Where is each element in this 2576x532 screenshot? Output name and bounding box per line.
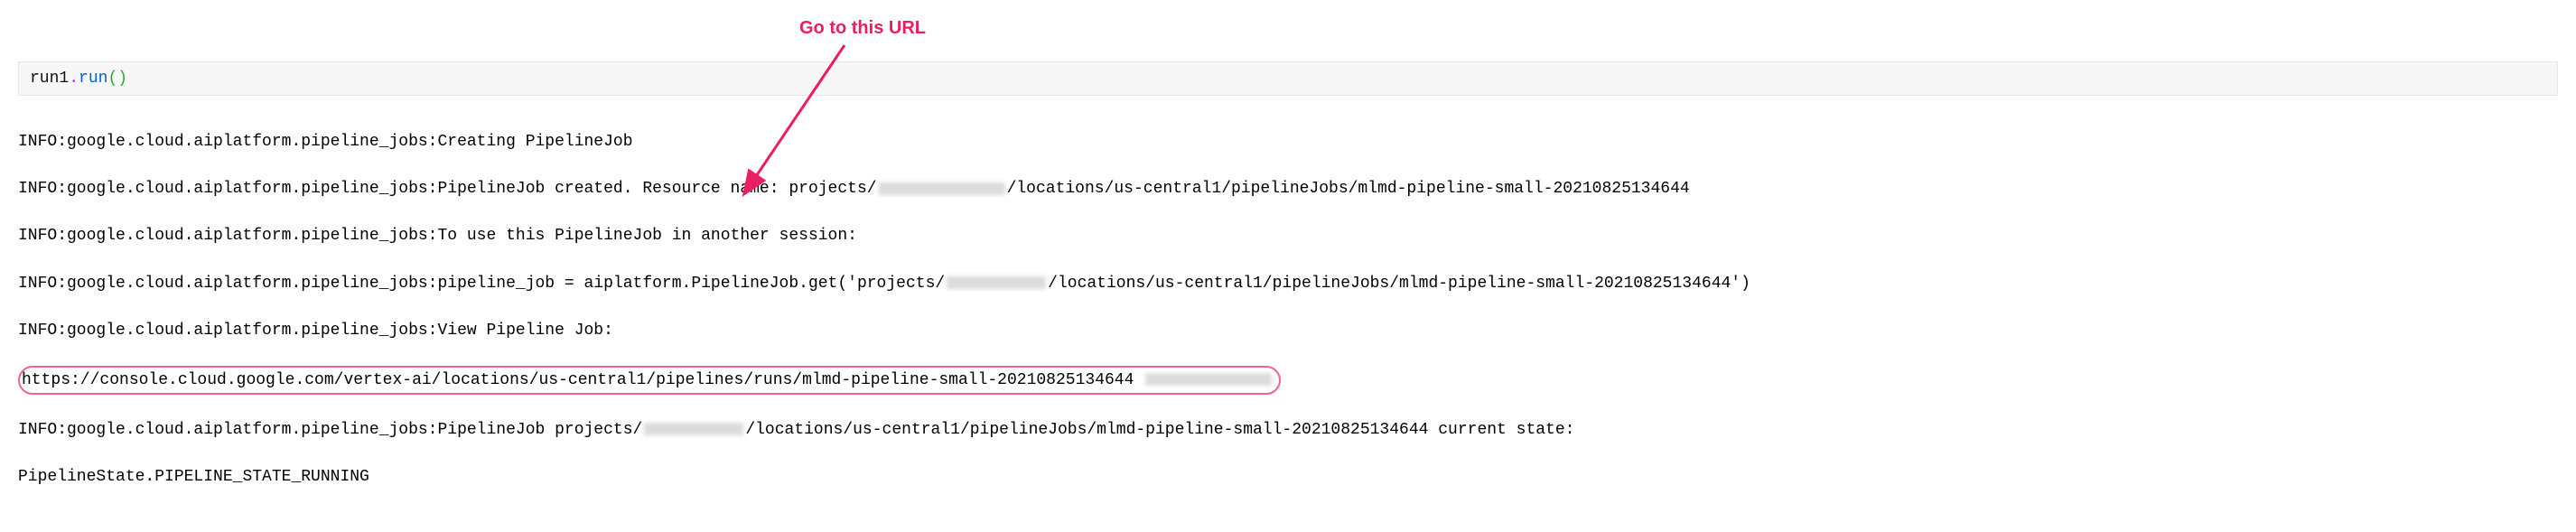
highlighted-url[interactable]: https://console.cloud.google.com/vertex-… (18, 366, 1281, 395)
code-object: run1 (30, 70, 69, 88)
redacted-project-id (879, 182, 1005, 195)
log-line: INFO:google.cloud.aiplatform.pipeline_jo… (18, 319, 2558, 342)
log-line: INFO:google.cloud.aiplatform.pipeline_jo… (18, 130, 2558, 154)
log-line: INFO:google.cloud.aiplatform.pipeline_jo… (18, 177, 2558, 201)
code-method: run (79, 70, 107, 88)
code-input-cell[interactable]: run1.run() (18, 61, 2558, 96)
log-line: PipelineState.PIPELINE_STATE_RUNNING (18, 465, 2558, 489)
code-dot: . (69, 70, 79, 88)
log-line: INFO:google.cloud.aiplatform.pipeline_jo… (18, 272, 2558, 295)
redacted-project-id (644, 423, 743, 435)
log-line: INFO:google.cloud.aiplatform.pipeline_jo… (18, 224, 2558, 247)
log-line: INFO:google.cloud.aiplatform.pipeline_jo… (18, 418, 2558, 442)
output-area: INFO:google.cloud.aiplatform.pipeline_jo… (18, 107, 2558, 513)
annotation-label: Go to this URL (799, 18, 926, 39)
log-url-line: https://console.cloud.google.com/vertex-… (18, 366, 2558, 395)
redacted-project-param (1145, 373, 1272, 386)
redacted-project-id (947, 276, 1046, 289)
code-parens: () (107, 70, 127, 88)
